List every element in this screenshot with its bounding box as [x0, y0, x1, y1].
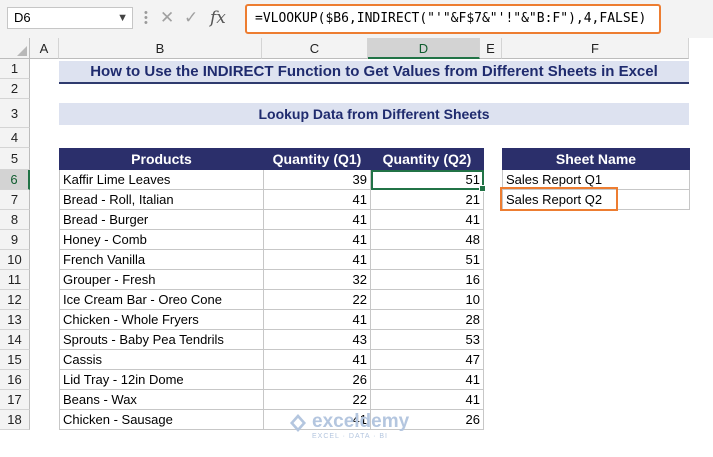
column-header-e[interactable]: E: [480, 38, 502, 59]
product-cell[interactable]: Ice Cream Bar - Oreo Cone: [59, 289, 264, 310]
table-row: Ice Cream Bar - Oreo Cone 22 10: [59, 289, 484, 310]
table-row: Honey - Comb 41 48: [59, 229, 484, 250]
exceldemy-logo-icon: [290, 414, 306, 432]
row-header-9[interactable]: 9: [0, 230, 30, 250]
page-title: How to Use the INDIRECT Function to Get …: [59, 61, 689, 84]
watermark-name: exceldemy: [312, 411, 410, 432]
enter-icon[interactable]: ✓: [184, 8, 198, 28]
column-header-f[interactable]: F: [502, 38, 689, 59]
product-cell[interactable]: Beans - Wax: [59, 389, 264, 410]
product-cell[interactable]: Kaffir Lime Leaves: [59, 169, 264, 190]
header-products[interactable]: Products: [59, 148, 264, 170]
q1-cell[interactable]: 43: [263, 329, 371, 350]
chevron-down-icon[interactable]: ▼: [117, 8, 128, 28]
q2-cell[interactable]: 16: [370, 269, 484, 290]
product-cell[interactable]: Lid Tray - 12in Dome: [59, 369, 264, 390]
q2-cell[interactable]: 28: [370, 309, 484, 330]
product-cell[interactable]: Bread - Roll, Italian: [59, 189, 264, 210]
cancel-icon[interactable]: ✕: [160, 8, 174, 28]
row-header-7[interactable]: 7: [0, 190, 30, 210]
table-row: Bread - Roll, Italian 41 21: [59, 189, 484, 210]
table-row: Grouper - Fresh 32 16: [59, 269, 484, 290]
q1-cell[interactable]: 41: [263, 209, 371, 230]
q2-cell[interactable]: 41: [370, 209, 484, 230]
table-row: Chicken - Whole Fryers 41 28: [59, 309, 484, 330]
row-header-12[interactable]: 12: [0, 290, 30, 310]
q1-cell[interactable]: 41: [263, 249, 371, 270]
product-cell[interactable]: Chicken - Whole Fryers: [59, 309, 264, 330]
product-cell[interactable]: French Vanilla: [59, 249, 264, 270]
watermark: exceldemy EXCEL · DATA · BI: [288, 411, 438, 447]
q1-cell[interactable]: 41: [263, 229, 371, 250]
header-sheet-name[interactable]: Sheet Name: [502, 148, 690, 170]
row-header-18[interactable]: 18: [0, 410, 30, 430]
row-header-15[interactable]: 15: [0, 350, 30, 370]
row-header-6[interactable]: 6: [0, 170, 30, 190]
row-header-3[interactable]: 3: [0, 99, 30, 128]
row-header-14[interactable]: 14: [0, 330, 30, 350]
select-all-corner[interactable]: [0, 38, 30, 59]
table-row: Kaffir Lime Leaves 39 51: [59, 169, 487, 193]
section-title: Lookup Data from Different Sheets: [59, 103, 689, 125]
row-header-10[interactable]: 10: [0, 250, 30, 270]
row-header-4[interactable]: 4: [0, 128, 30, 148]
product-cell[interactable]: Chicken - Sausage: [59, 409, 264, 430]
products-table: Products Quantity (Q1) Quantity (Q2) Kaf…: [59, 148, 487, 430]
column-header-d[interactable]: D: [368, 38, 480, 59]
q2-cell-active[interactable]: 51: [370, 169, 487, 193]
name-box-value: D6: [14, 10, 31, 25]
table-row: Lid Tray - 12in Dome 26 41: [59, 369, 484, 390]
header-quantity-q1[interactable]: Quantity (Q1): [263, 148, 371, 170]
name-box[interactable]: D6 ▼: [7, 7, 133, 29]
column-header-c[interactable]: C: [262, 38, 368, 59]
product-cell[interactable]: Sprouts - Baby Pea Tendrils: [59, 329, 264, 350]
q1-cell[interactable]: 41: [263, 309, 371, 330]
q1-cell[interactable]: 39: [263, 169, 371, 190]
product-cell[interactable]: Honey - Comb: [59, 229, 264, 250]
product-cell[interactable]: Cassis: [59, 349, 264, 370]
drag-handle-icon[interactable]: • • •: [144, 8, 148, 29]
q2-cell[interactable]: 41: [370, 369, 484, 390]
worksheet-grid: A B C D E F 1 2 3 4 5 6 7 8 9 10 11 12 1…: [0, 38, 713, 457]
q2-cell[interactable]: 48: [370, 229, 484, 250]
row-header-11[interactable]: 11: [0, 270, 30, 290]
q1-cell[interactable]: 41: [263, 189, 371, 210]
formula-bar: D6 ▼ • • • ✕ ✓ fx =VLOOKUP($B6,INDIRECT("'…: [0, 0, 713, 38]
header-quantity-q2[interactable]: Quantity (Q2): [370, 148, 484, 170]
row-header-16[interactable]: 16: [0, 370, 30, 390]
table-row: Bread - Burger 41 41: [59, 209, 484, 230]
product-cell[interactable]: Grouper - Fresh: [59, 269, 264, 290]
highlight-box: [500, 187, 618, 211]
product-cell[interactable]: Bread - Burger: [59, 209, 264, 230]
q2-cell[interactable]: 10: [370, 289, 484, 310]
column-header-a[interactable]: A: [30, 38, 59, 59]
row-header-8[interactable]: 8: [0, 210, 30, 230]
watermark-tagline: EXCEL · DATA · BI: [312, 433, 388, 440]
row-header-5[interactable]: 5: [0, 148, 30, 170]
q1-cell[interactable]: 32: [263, 269, 371, 290]
row-header-17[interactable]: 17: [0, 390, 30, 410]
table-row: Sprouts - Baby Pea Tendrils 43 53: [59, 329, 484, 350]
row-header-2[interactable]: 2: [0, 79, 30, 99]
q2-cell[interactable]: 47: [370, 349, 484, 370]
q2-cell[interactable]: 51: [370, 249, 484, 270]
table-row: Cassis 41 47: [59, 349, 484, 370]
q2-cell[interactable]: 53: [370, 329, 484, 350]
row-header-1[interactable]: 1: [0, 59, 30, 79]
q1-cell[interactable]: 26: [263, 369, 371, 390]
formula-input[interactable]: =VLOOKUP($B6,INDIRECT("'"&F$7&"'!"&"B:F"…: [245, 4, 661, 34]
table-row: French Vanilla 41 51: [59, 249, 484, 270]
q1-cell[interactable]: 22: [263, 389, 371, 410]
function-icon[interactable]: fx: [210, 8, 226, 28]
q2-cell[interactable]: 21: [370, 189, 484, 210]
table-row: Beans - Wax 22 41: [59, 389, 484, 410]
column-header-b[interactable]: B: [59, 38, 262, 59]
q2-cell[interactable]: 41: [370, 389, 484, 410]
q1-cell[interactable]: 41: [263, 349, 371, 370]
row-header-13[interactable]: 13: [0, 310, 30, 330]
q1-cell[interactable]: 22: [263, 289, 371, 310]
